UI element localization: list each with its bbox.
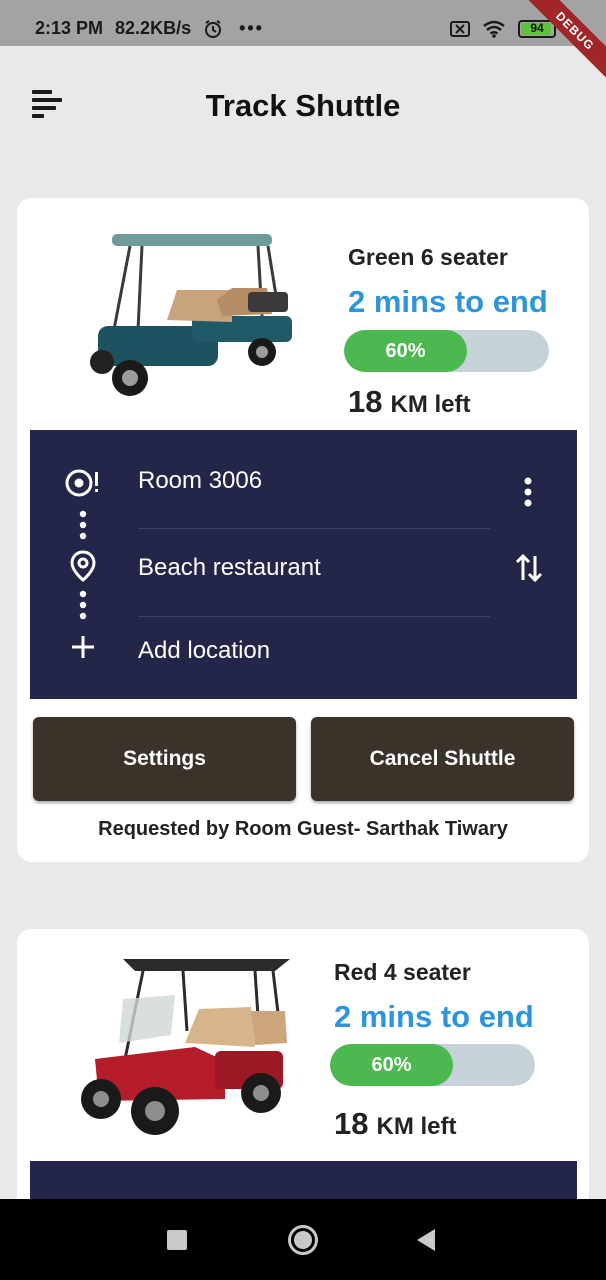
sim-off-icon	[450, 21, 470, 37]
green-cart-image	[90, 234, 292, 396]
more-notifications-icon: •••	[239, 18, 264, 38]
settings-button[interactable]: Settings	[33, 717, 296, 801]
route-divider	[138, 528, 490, 529]
distance-unit: KM left	[376, 1113, 457, 1140]
distance-left: 18 KM left	[334, 1106, 456, 1142]
back-button[interactable]	[386, 1199, 466, 1280]
distance-unit: KM left	[390, 391, 471, 418]
status-bar: 2:13 PM 82.2KB/s ••• 94 DEBUG	[0, 0, 606, 85]
progress-label: 60%	[371, 1054, 412, 1076]
battery-progress-bar: 60%	[344, 330, 549, 372]
distance-value: 18	[348, 384, 383, 419]
stop-origin[interactable]: Room 3006	[138, 467, 262, 495]
connector-dots-icon	[79, 510, 87, 540]
distance-left: 18 KM left	[348, 384, 470, 420]
more-vert-icon[interactable]	[521, 476, 535, 508]
home-button[interactable]	[263, 1199, 343, 1280]
requested-by: Requested by Room Guest- Sarthak Tiwary	[98, 818, 508, 840]
stop-destination[interactable]: Beach restaurant	[138, 554, 321, 582]
shuttle-eta: 2 mins to end	[348, 284, 548, 319]
shuttle-card[interactable]: Green 6 seater 2 mins to end 60% 18 KM l…	[17, 198, 589, 862]
distance-value: 18	[334, 1106, 369, 1141]
swap-icon[interactable]	[514, 552, 544, 584]
shuttle-card[interactable]: Red 4 seater 2 mins to end 60% 18 KM lef…	[17, 929, 589, 1229]
back-triangle-icon	[417, 1229, 435, 1251]
cancel-shuttle-button[interactable]: Cancel Shuttle	[311, 717, 574, 801]
recents-square-icon	[167, 1230, 187, 1250]
add-location-link[interactable]: Add location	[138, 637, 270, 665]
recents-button[interactable]	[137, 1199, 217, 1280]
wifi-icon	[483, 20, 505, 38]
progress-label: 60%	[385, 340, 426, 362]
alarm-icon	[205, 19, 222, 38]
shuttle-eta: 2 mins to end	[334, 999, 534, 1034]
add-icon[interactable]	[70, 634, 96, 660]
shuttle-name: Red 4 seater	[334, 959, 471, 985]
route-divider	[138, 616, 490, 617]
battery-progress-bar: 60%	[330, 1044, 535, 1086]
page-title: Track Shuttle	[205, 88, 401, 123]
origin-icon	[65, 469, 98, 497]
route-panel: Room 3006 Beach restaurant Add location	[30, 430, 577, 699]
system-nav-bar	[0, 1199, 606, 1280]
status-left: 2:13 PM 82.2KB/s •••	[35, 18, 264, 39]
status-time: 2:13 PM	[35, 18, 104, 38]
shuttle-name: Green 6 seater	[348, 244, 508, 270]
destination-pin-icon	[70, 550, 96, 582]
home-circle-icon	[288, 1225, 318, 1255]
battery-level: 94	[530, 21, 544, 35]
connector-dots-icon	[79, 590, 87, 620]
network-speed: 82.2KB/s	[115, 18, 192, 38]
status-right: 94	[450, 20, 556, 38]
red-cart-image	[81, 959, 290, 1135]
